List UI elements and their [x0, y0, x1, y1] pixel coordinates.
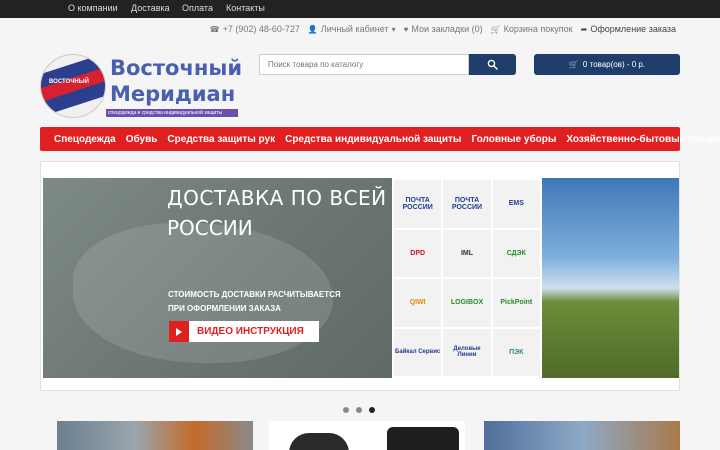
play-icon: [169, 321, 189, 342]
slider-dot[interactable]: [356, 407, 362, 413]
carrier-logo: ПОЧТА РОССИИ: [443, 180, 491, 228]
logo-emblem-text: ВОСТОЧНЫЙ: [49, 79, 89, 85]
video-instruction-button[interactable]: ВИДЕО ИНСТРУКЦИЯ: [169, 321, 319, 342]
slide-left: ДОСТАВКА ПО ВСЕЙ РОССИИ СТОИМОСТЬ ДОСТАВ…: [43, 178, 392, 378]
carrier-logo: ПОЧТА РОССИИ: [394, 180, 442, 228]
utility-bar: ☎ +7 (902) 48-60-727 👤 Личный кабинет ▾ ♥ Мо…: [210, 23, 676, 35]
slide-subtext-line2: ПРИ ОФОРМЛЕНИИ ЗАКАЗА: [168, 304, 281, 313]
top-nav: О компании Доставка Оплата Контакты: [0, 0, 720, 18]
user-icon: 👤: [307, 24, 318, 34]
category-thumb-footwear[interactable]: [269, 421, 465, 450]
carrier-logo: Деловые Линии: [443, 328, 491, 376]
top-nav-about[interactable]: О компании: [68, 3, 118, 13]
carrier-logo: IML: [443, 229, 491, 277]
category-thumb-workwear[interactable]: [57, 421, 253, 450]
category-thumb-equipment[interactable]: [484, 421, 680, 450]
heart-icon: ♥: [403, 24, 409, 34]
hero-slider: ДОСТАВКА ПО ВСЕЙ РОССИИ СТОИМОСТЬ ДОСТАВ…: [40, 161, 680, 391]
account-menu[interactable]: 👤 Личный кабинет ▾: [308, 24, 396, 34]
slide-heading-line1: ДОСТАВКА ПО ВСЕЙ: [167, 186, 387, 210]
main-nav-hand-protection[interactable]: Средства защиты рук: [167, 134, 275, 145]
logo-name-line1: Восточный: [110, 56, 243, 80]
logo-emblem: ВОСТОЧНЫЙ: [40, 54, 106, 118]
logo-tagline: спецодежда и средства индивидуальной защ…: [106, 109, 238, 117]
slide-delivery[interactable]: ДОСТАВКА ПО ВСЕЙ РОССИИ СТОИМОСТЬ ДОСТАВ…: [43, 178, 679, 378]
main-nav: Спецодежда Обувь Средства защиты рук Сре…: [40, 127, 720, 151]
bookmarks-link[interactable]: ♥ Мои закладки (0): [404, 24, 483, 34]
carrier-logo: EMS: [492, 180, 540, 228]
boot-image: [387, 427, 459, 450]
search-input[interactable]: [259, 54, 469, 75]
site-logo[interactable]: ВОСТОЧНЫЙ Восточный Меридиан спецодежда …: [40, 50, 243, 122]
carrier-logo: LOGIBOX: [443, 279, 491, 327]
main-nav-footwear[interactable]: Обувь: [126, 134, 158, 145]
main-nav-household[interactable]: Хозяйственно-бытовые товары: [566, 134, 720, 145]
carrier-logo: СДЭК: [492, 229, 540, 277]
slider-pagination: [343, 407, 375, 413]
carrier-logo: ПЭК: [492, 328, 540, 376]
carrier-logo-grid: ПОЧТА РОССИИ ПОЧТА РОССИИ EMS DPD IML СД…: [392, 178, 542, 378]
carrier-logo: DPD: [394, 229, 442, 277]
top-nav-delivery[interactable]: Доставка: [131, 3, 170, 13]
carrier-logo: QIWI: [394, 279, 442, 327]
cart-button[interactable]: 🛒 0 товар(ов) - 0 р.: [534, 54, 680, 75]
cart-button-label: 0 товар(ов) - 0 р.: [582, 60, 646, 69]
slider-dot-active[interactable]: [369, 407, 375, 413]
cart-icon: 🛒: [568, 60, 579, 69]
cart-link[interactable]: 🛒 Корзина покупок: [491, 24, 573, 34]
main-nav-workwear[interactable]: Спецодежда: [54, 134, 116, 145]
logo-name-line2: Меридиан: [110, 82, 236, 106]
slide-subtext-line1: СТОИМОСТЬ ДОСТАВКИ РАСЧИТЫВАЕТСЯ: [168, 290, 341, 299]
phone-icon: ☎: [209, 24, 220, 34]
phone-link[interactable]: ☎ +7 (902) 48-60-727: [210, 24, 300, 34]
checkout-link[interactable]: ➦ Оформление заказа: [581, 24, 676, 34]
slide-heading-line2: РОССИИ: [167, 216, 253, 240]
search-button[interactable]: [469, 54, 516, 75]
main-nav-ppe[interactable]: Средства индивидуальной защиты: [285, 134, 461, 145]
cart-icon: 🛒: [490, 24, 501, 34]
carrier-logo: Байкал Сервис: [394, 328, 442, 376]
share-icon: ➦: [580, 24, 588, 34]
slider-dot[interactable]: [343, 407, 349, 413]
slide-landscape-image: [542, 178, 679, 378]
top-nav-contacts[interactable]: Контакты: [226, 3, 265, 13]
main-nav-headwear[interactable]: Головные уборы: [471, 134, 556, 145]
top-nav-payment[interactable]: Оплата: [182, 3, 213, 13]
carrier-logo: PickPoint: [492, 279, 540, 327]
search-icon: [487, 59, 498, 70]
caret-down-icon: ▾: [391, 24, 396, 34]
boot-image: [289, 433, 349, 450]
video-instruction-label: ВИДЕО ИНСТРУКЦИЯ: [197, 326, 304, 337]
